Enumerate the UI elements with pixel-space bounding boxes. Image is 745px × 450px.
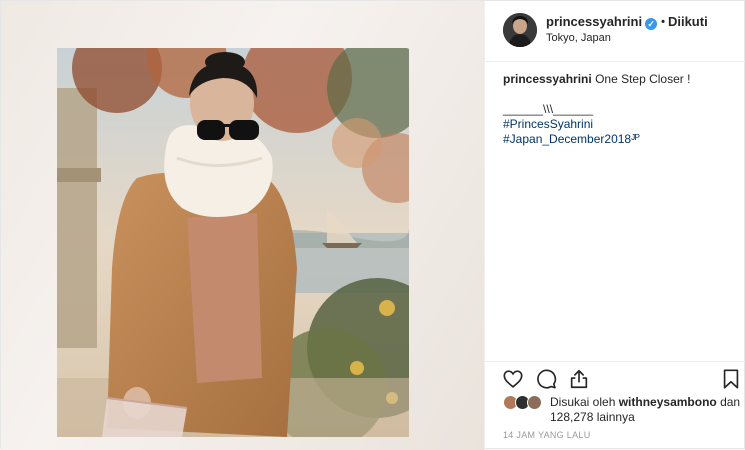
post-caption: princessyahrini One Step Closer ! ______… <box>503 72 733 147</box>
post-photo[interactable] <box>57 48 409 437</box>
separator-dot: • <box>661 16 665 28</box>
heart-icon[interactable] <box>502 368 524 390</box>
post-timestamp[interactable]: 14 JAM YANG LALU <box>503 430 591 440</box>
comment-icon[interactable] <box>535 368 557 390</box>
verified-badge-icon: ✓ <box>645 18 658 30</box>
likes-summary: Disukai oleh withneysambono dan 128,278 … <box>503 395 743 425</box>
hashtag-link[interactable]: #Japan_December2018ᴶᴾ <box>503 132 733 147</box>
avatar[interactable] <box>503 13 537 47</box>
caption-text: One Step Closer ! <box>595 72 691 86</box>
liker-username-link[interactable]: withneysambono <box>619 395 717 409</box>
share-icon[interactable] <box>568 368 590 390</box>
caption-decoration: ______\\\______ <box>503 102 594 116</box>
likes-joiner: dan <box>720 395 741 409</box>
likes-count-link[interactable]: 128,278 lainnya <box>503 410 743 425</box>
caption-username[interactable]: princessyahrini <box>503 72 592 86</box>
likes-prefix: Disukai oleh <box>550 395 616 409</box>
post-media[interactable] <box>1 1 484 450</box>
username-link[interactable]: princessyahrini <box>546 14 642 29</box>
caption-first-line: princessyahrini One Step Closer ! <box>503 72 733 87</box>
post-sidebar: princessyahrini ✓ • Diikuti Tokyo, Japan pr… <box>484 1 745 450</box>
avatar-image <box>503 13 537 47</box>
location-link[interactable]: Tokyo, Japan <box>546 32 611 44</box>
photo-illustration <box>57 48 409 437</box>
post-username-row: princessyahrini ✓ • Diikuti <box>546 14 708 30</box>
follow-status-button[interactable]: Diikuti <box>668 14 708 29</box>
post-header: princessyahrini ✓ • Diikuti Tokyo, Japan <box>485 1 745 62</box>
action-bar <box>485 361 745 392</box>
hashtag-link[interactable]: #PrincesSyahrini <box>503 117 733 132</box>
bookmark-icon[interactable] <box>720 368 742 390</box>
instagram-post: princessyahrini ✓ • Diikuti Tokyo, Japan pr… <box>0 0 745 450</box>
liker-avatars <box>503 395 547 411</box>
avatar <box>527 395 542 410</box>
